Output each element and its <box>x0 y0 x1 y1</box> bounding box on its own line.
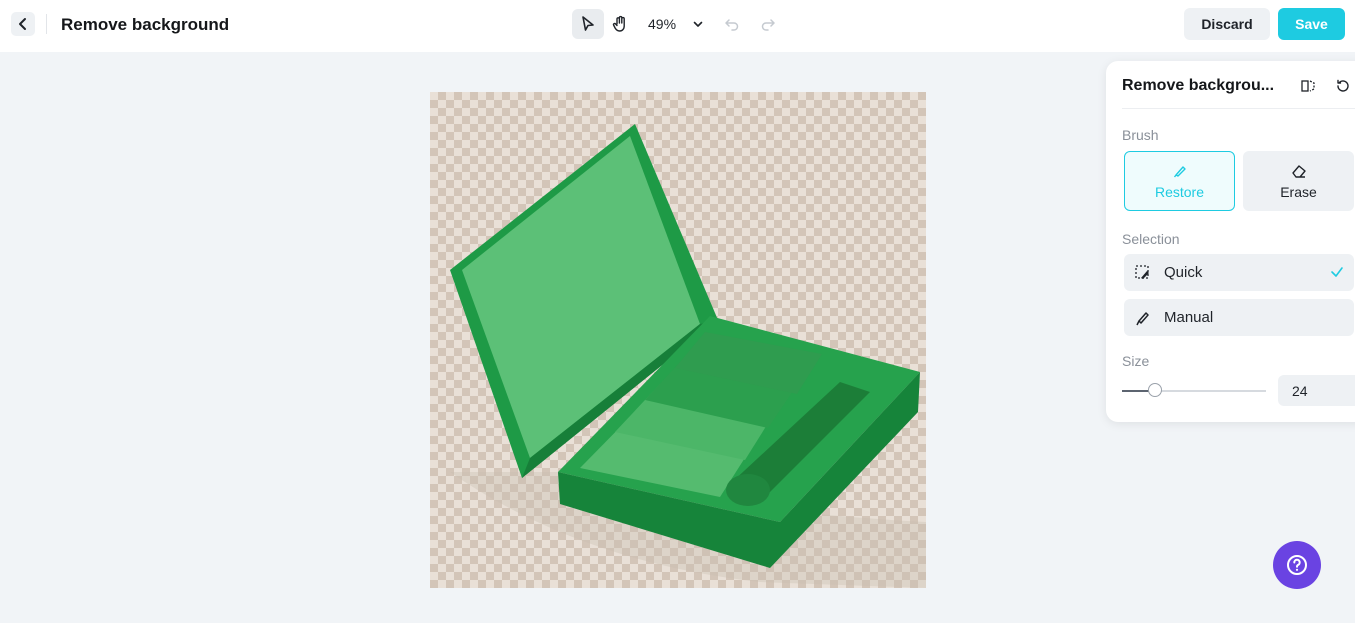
manual-label: Manual <box>1164 309 1214 326</box>
erase-brush-button[interactable]: Erase <box>1243 151 1354 211</box>
panel-divider <box>1122 108 1355 109</box>
product-image <box>450 124 926 588</box>
image-canvas[interactable] <box>430 92 926 588</box>
size-slider[interactable] <box>1122 383 1266 397</box>
help-button[interactable] <box>1273 541 1321 589</box>
reset-button[interactable] <box>1334 77 1352 95</box>
hand-tool-button[interactable] <box>604 9 636 39</box>
discard-button[interactable]: Discard <box>1184 8 1270 40</box>
top-bar: Remove background 49% Discard Save <box>0 0 1355 52</box>
erase-label: Erase <box>1280 183 1317 200</box>
size-slider-thumb[interactable] <box>1148 383 1163 397</box>
save-button[interactable]: Save <box>1278 8 1345 40</box>
zoom-dropdown[interactable] <box>690 16 706 32</box>
hand-icon <box>612 15 625 32</box>
page-title: Remove background <box>61 15 230 34</box>
question-mark-icon <box>1287 555 1307 575</box>
compare-button[interactable] <box>1299 77 1317 95</box>
selection-quick[interactable]: Quick <box>1124 254 1354 291</box>
redo-icon <box>761 19 775 31</box>
select-arrow-icon <box>582 16 594 31</box>
remove-background-panel: Remove backgrou... Brush Restore Erase S… <box>1106 61 1355 422</box>
redo-button[interactable] <box>752 9 784 39</box>
undo-icon <box>725 19 739 31</box>
chevron-left-icon <box>19 18 26 30</box>
back-button[interactable] <box>11 12 35 36</box>
restore-label: Restore <box>1154 183 1205 200</box>
zoom-level[interactable]: 49% <box>648 16 676 32</box>
quick-label: Quick <box>1164 264 1203 281</box>
restore-brush-button[interactable]: Restore <box>1124 151 1235 211</box>
eraser-icon <box>1291 164 1306 178</box>
header-divider <box>46 14 47 34</box>
undo-button[interactable] <box>716 9 748 39</box>
brush-icon <box>1136 312 1149 326</box>
brush-icon <box>1173 165 1186 177</box>
check-icon <box>1331 267 1343 277</box>
select-tool-button[interactable] <box>572 9 604 39</box>
selection-label: Selection <box>1122 231 1180 247</box>
quick-select-icon <box>1135 265 1149 279</box>
brush-label: Brush <box>1122 127 1159 143</box>
compare-icon <box>1301 80 1315 92</box>
size-label: Size <box>1122 353 1150 369</box>
size-input[interactable] <box>1278 375 1355 406</box>
selection-manual[interactable]: Manual <box>1124 299 1354 336</box>
panel-title: Remove backgrou... <box>1122 77 1275 94</box>
chevron-down-icon <box>693 21 703 27</box>
reset-icon <box>1337 79 1349 92</box>
